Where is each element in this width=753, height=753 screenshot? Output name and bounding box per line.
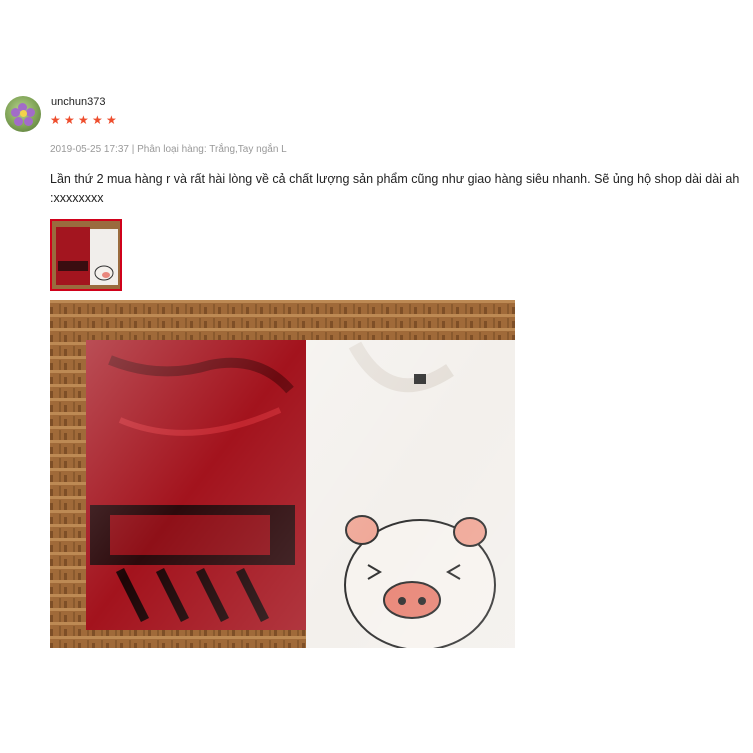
review-meta: 2019-05-25 17:37 | Phân loại hàng: Trắng… [50, 144, 287, 155]
avatar[interactable] [5, 96, 41, 132]
review-date: 2019-05-25 17:37 [50, 144, 129, 155]
variation-label: Phân loại hàng: [137, 144, 207, 155]
review-comment: Lần thứ 2 mua hàng r và rất hài lòng về … [50, 170, 750, 208]
star-icon: ★ [92, 113, 103, 127]
star-icon: ★ [78, 113, 89, 127]
star-icon: ★ [50, 113, 61, 127]
comment-line: :xxxxxxxx [50, 191, 104, 205]
rating-stars: ★ ★ ★ ★ ★ [50, 113, 117, 129]
meta-separator: | [131, 144, 135, 155]
comment-line: Lần thứ 2 mua hàng r và rất hài lòng về … [50, 172, 740, 186]
variation-value: Trắng,Tay ngắn L [209, 144, 287, 155]
review-image-thumbnail[interactable] [50, 219, 122, 291]
review-image-large[interactable] [50, 300, 515, 648]
star-icon: ★ [106, 113, 117, 127]
username[interactable]: unchun373 [51, 96, 105, 108]
star-icon: ★ [64, 113, 75, 127]
